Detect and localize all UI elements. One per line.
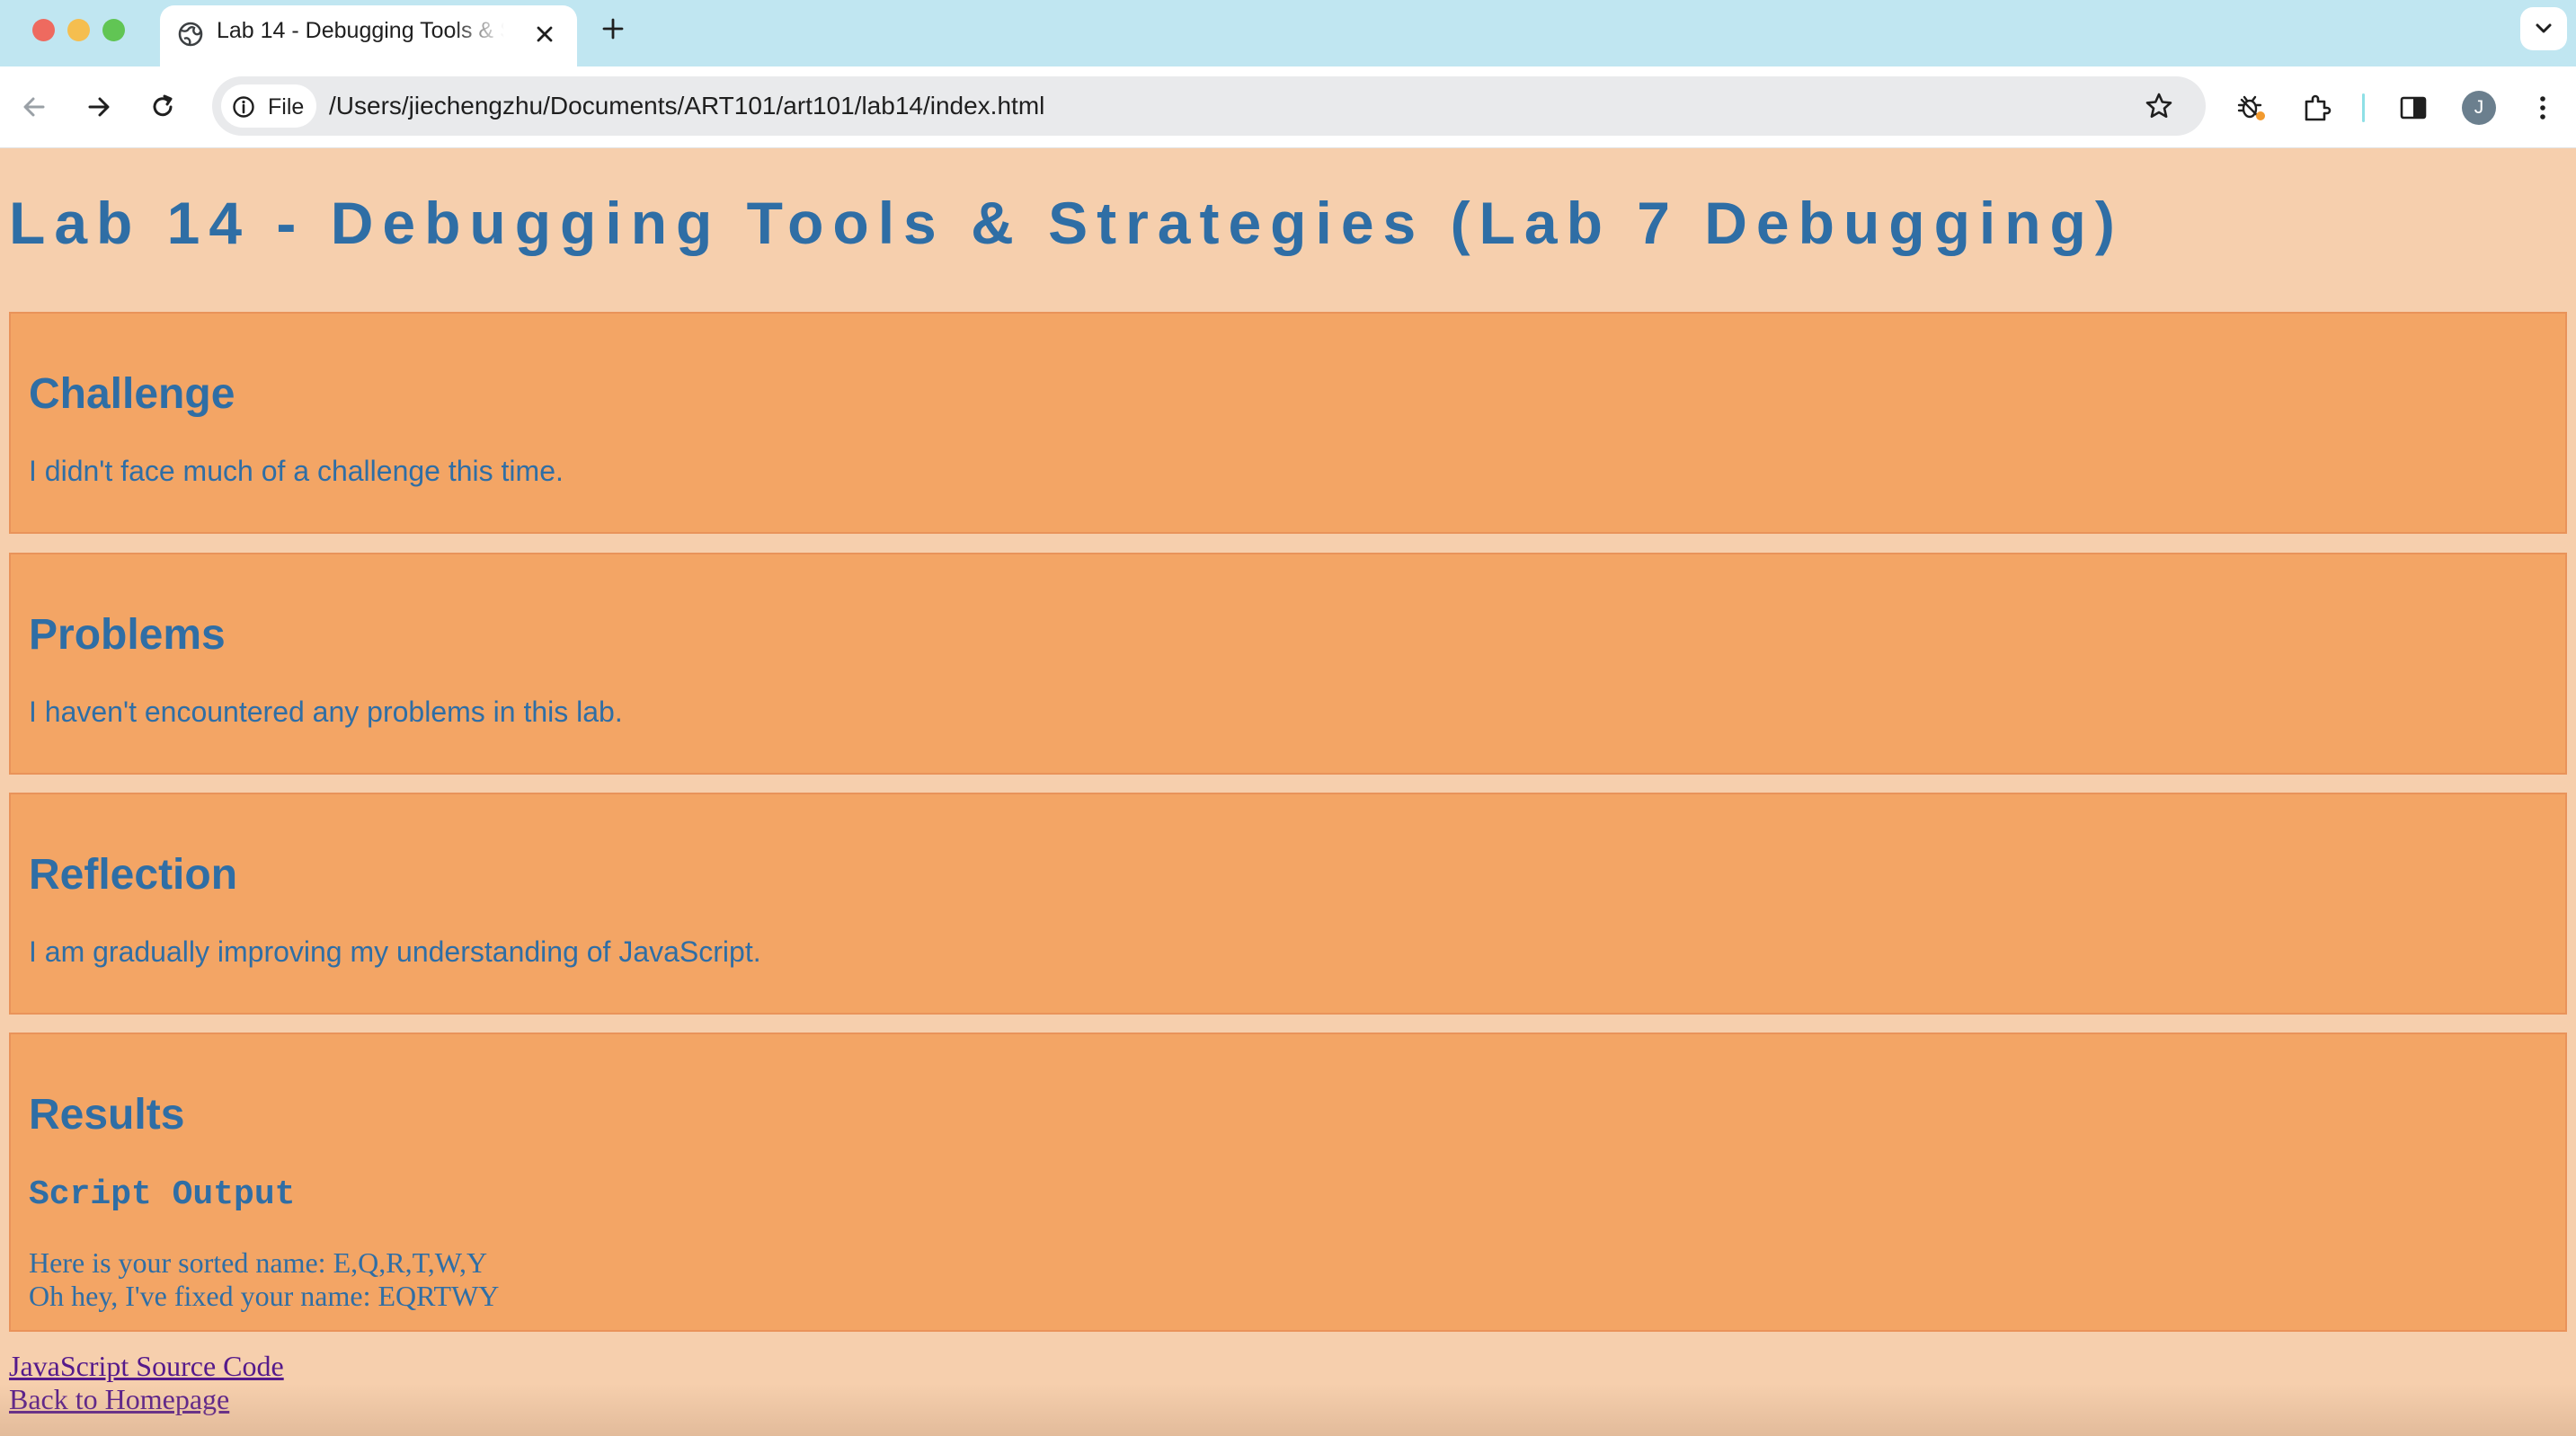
profile-avatar[interactable]: J — [2462, 91, 2496, 125]
javascript-source-link[interactable]: JavaScript Source Code — [9, 1350, 284, 1383]
reload-icon[interactable] — [147, 91, 179, 123]
minimize-window-button[interactable] — [67, 19, 90, 41]
page-title: Lab 14 - Debugging Tools & Strategies (L… — [9, 190, 2124, 256]
back-arrow-icon[interactable] — [18, 91, 50, 123]
close-window-button[interactable] — [32, 19, 55, 41]
challenge-heading: Challenge — [29, 370, 235, 418]
new-tab-icon[interactable] — [599, 14, 627, 43]
toolbar-divider — [2362, 93, 2365, 122]
site-chip-label: File — [268, 94, 305, 120]
info-icon — [233, 96, 254, 118]
forward-arrow-icon[interactable] — [83, 91, 115, 123]
bottom-shadow — [0, 1384, 2576, 1436]
address-bar[interactable]: File /Users/jiechengzhu/Documents/ART101… — [212, 76, 2206, 136]
chevron-down-icon — [2536, 23, 2552, 33]
more-menu-icon[interactable] — [2526, 91, 2560, 125]
url-text[interactable]: /Users/jiechengzhu/Documents/ART101/art1… — [329, 92, 1044, 120]
bug-extension-icon[interactable] — [2234, 91, 2269, 125]
tab-search-button[interactable] — [2520, 7, 2567, 50]
browser-toolbar: File /Users/jiechengzhu/Documents/ART101… — [0, 66, 2576, 148]
globe-icon — [178, 22, 203, 47]
reflection-heading: Reflection — [29, 851, 238, 899]
reflection-text: I am gradually improving my understandin… — [29, 935, 761, 968]
bookmark-star-icon[interactable] — [2143, 90, 2175, 122]
active-tab[interactable]: Lab 14 - Debugging Tools & Strategies (L… — [160, 5, 577, 66]
problems-heading: Problems — [29, 611, 226, 659]
sorted-name-output: Here is your sorted name: E,Q,R,T,W,Y — [29, 1246, 488, 1279]
problems-section: Problems I haven't encountered any probl… — [9, 553, 2567, 775]
site-info-chip[interactable]: File — [221, 84, 316, 128]
maximize-window-button[interactable] — [102, 19, 125, 41]
extensions-puzzle-icon[interactable] — [2299, 91, 2333, 125]
tab-title: Lab 14 - Debugging Tools & Strategies (L… — [217, 18, 504, 43]
problems-text: I haven't encountered any problems in th… — [29, 696, 623, 728]
reflection-section: Reflection I am gradually improving my u… — [9, 793, 2567, 1015]
tab-strip: Lab 14 - Debugging Tools & Strategies (L… — [0, 0, 2576, 66]
close-tab-icon[interactable] — [532, 22, 557, 47]
results-heading: Results — [29, 1091, 185, 1139]
back-to-homepage-link[interactable]: Back to Homepage — [9, 1383, 229, 1416]
challenge-section: Challenge I didn't face much of a challe… — [9, 312, 2567, 534]
side-panel-icon[interactable] — [2396, 91, 2430, 125]
results-section: Results Script Output Here is your sorte… — [9, 1033, 2567, 1332]
challenge-text: I didn't face much of a challenge this t… — [29, 455, 564, 487]
fixed-name-output: Oh hey, I've fixed your name: EQRTWY — [29, 1280, 500, 1312]
script-output-heading: Script Output — [29, 1175, 296, 1214]
